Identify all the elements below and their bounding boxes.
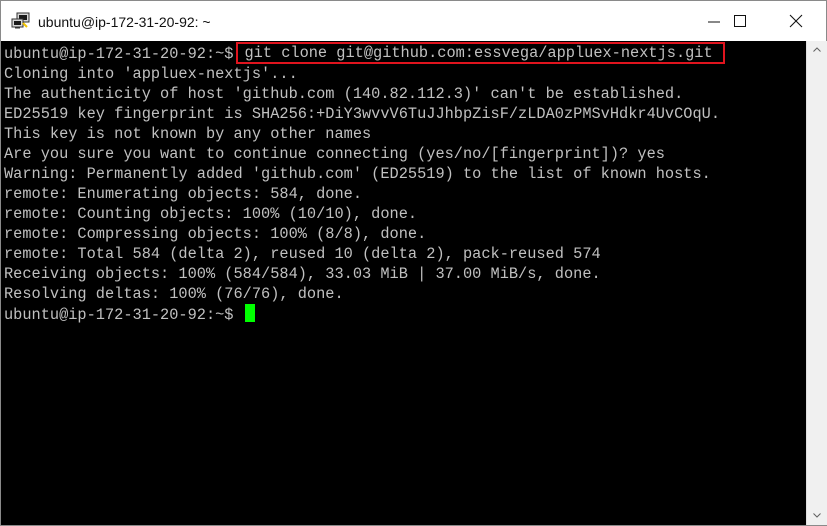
output-line: This key is not known by any other names — [4, 125, 372, 143]
terminal-window: ubuntu@ip-172-31-20-92: ~ ubuntu@ip-172-… — [0, 0, 827, 526]
vertical-scrollbar[interactable] — [806, 41, 827, 525]
chevron-down-icon — [813, 513, 821, 518]
putty-icon[interactable] — [11, 12, 31, 30]
output-line: Cloning into 'appluex-nextjs'... — [4, 65, 298, 83]
maximize-button[interactable] — [712, 1, 768, 41]
prompt: ubuntu@ip-172-31-20-92:~$ — [4, 45, 234, 63]
output-line: remote: Counting objects: 100% (10/10), … — [4, 205, 418, 223]
prompt: ubuntu@ip-172-31-20-92:~$ — [4, 306, 234, 324]
output-line: remote: Total 584 (delta 2), reused 10 (… — [4, 245, 601, 263]
output-line: Receiving objects: 100% (584/584), 33.03… — [4, 265, 601, 283]
output-line: Warning: Permanently added 'github.com' … — [4, 165, 711, 183]
close-icon — [789, 14, 803, 28]
scroll-up-button[interactable] — [807, 41, 827, 59]
highlighted-command: git clone git@github.com:essvega/appluex… — [235, 42, 725, 64]
close-button[interactable] — [768, 1, 824, 41]
prompt-line[interactable]: ubuntu@ip-172-31-20-92:~$ — [4, 304, 255, 324]
command-line: ubuntu@ip-172-31-20-92:~$ git clone git@g… — [4, 42, 725, 64]
scroll-down-button[interactable] — [807, 507, 827, 525]
output-line: Resolving deltas: 100% (76/76), done. — [4, 285, 344, 303]
output-line: Are you sure you want to continue connec… — [4, 145, 665, 163]
maximize-icon — [734, 15, 746, 27]
output-line: ED25519 key fingerprint is SHA256:+DiY3w… — [4, 105, 721, 123]
terminal-output[interactable]: ubuntu@ip-172-31-20-92:~$ git clone git@g… — [1, 41, 806, 525]
text-cursor — [244, 304, 255, 322]
output-line: remote: Compressing objects: 100% (8/8),… — [4, 225, 427, 243]
title-bar[interactable]: ubuntu@ip-172-31-20-92: ~ — [1, 1, 826, 41]
output-line: The authenticity of host 'github.com (14… — [4, 85, 684, 103]
chevron-up-icon — [813, 47, 821, 52]
output-line: remote: Enumerating objects: 584, done. — [4, 185, 363, 203]
window-title: ubuntu@ip-172-31-20-92: ~ — [38, 14, 211, 30]
